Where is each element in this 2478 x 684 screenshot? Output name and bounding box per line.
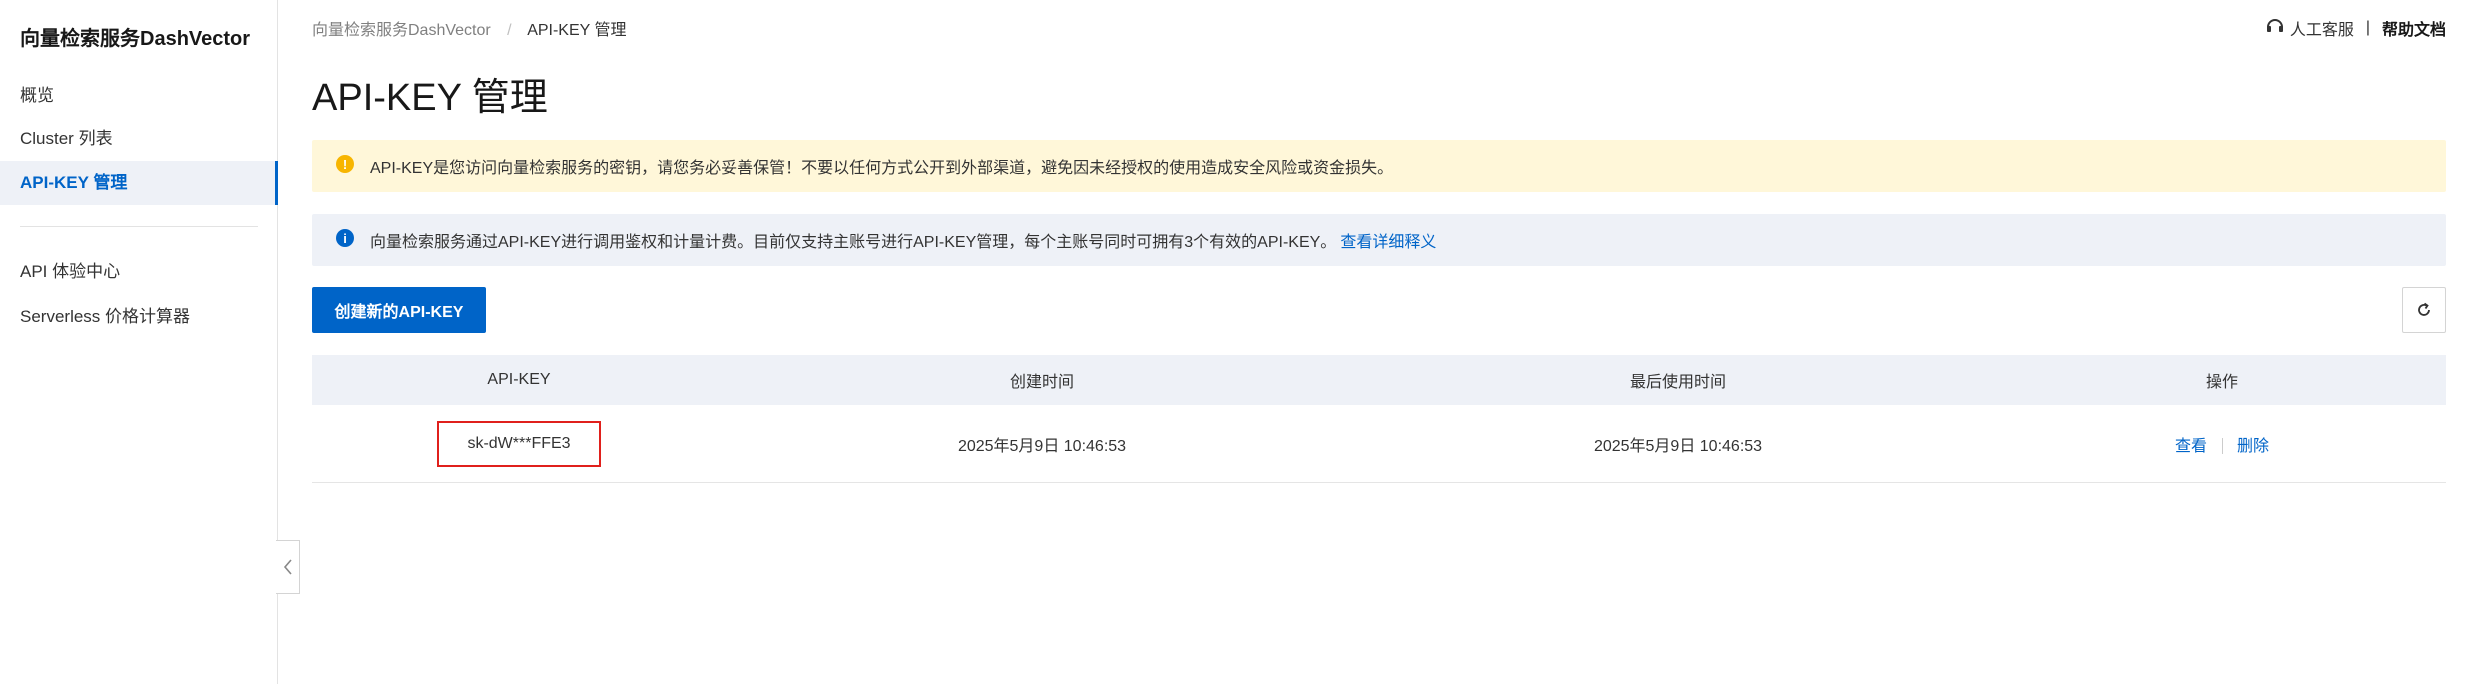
sidebar-item-overview[interactable]: 概览 [0, 74, 277, 118]
info-alert: i 向量检索服务通过API-KEY进行调用鉴权和计量计费。目前仅支持主账号进行A… [312, 214, 2446, 266]
header-actions: 人工客服 | 帮助文档 [2266, 16, 2446, 40]
sidebar-item-price-calculator[interactable]: Serverless 价格计算器 [0, 295, 277, 339]
breadcrumb-separator: / [507, 22, 512, 39]
table-row: sk-dW***FFE3 2025年5月9日 10:46:53 2025年5月9… [312, 405, 2446, 483]
page-title: API-KEY 管理 [312, 77, 548, 119]
help-docs-link[interactable]: 帮助文档 [2382, 16, 2446, 40]
product-title: 向量检索服务DashVector [20, 28, 251, 50]
last-used-time-cell: 2025年5月9日 10:46:53 [1593, 437, 1763, 455]
column-header-api-key: API-KEY [487, 371, 551, 388]
warning-alert-text: API-KEY是您访问向量检索服务的密钥，请您务必妥善保管！不要以任何方式公开到… [370, 160, 1394, 177]
refresh-icon [2418, 302, 2430, 316]
actions-cell: 查看 删除 [1998, 432, 2446, 456]
warning-alert: ! API-KEY是您访问向量检索服务的密钥，请您务必妥善保管！不要以任何方式公… [312, 140, 2446, 192]
customer-support-link[interactable]: 人工客服 [2290, 16, 2354, 40]
headset-icon [2266, 18, 2284, 39]
created-time-cell: 2025年5月9日 10:46:53 [957, 437, 1127, 455]
delete-link[interactable]: 删除 [2237, 438, 2269, 455]
details-link[interactable]: 查看详细释义 [1340, 228, 1436, 252]
sidebar-divider [20, 226, 258, 227]
breadcrumb-item-current: API-KEY 管理 [527, 22, 627, 39]
chevron-left-icon [283, 559, 292, 575]
column-header-actions: 操作 [2205, 374, 2238, 391]
info-icon: i [336, 229, 354, 247]
sidebar: 向量检索服务DashVector 概览 Cluster 列表 API-KEY 管… [0, 0, 278, 684]
sidebar-item-api-key[interactable]: API-KEY 管理 [0, 161, 278, 205]
main-content: 向量检索服务DashVector / API-KEY 管理 人工客服 | 帮助文… [312, 0, 2446, 684]
info-alert-text: 向量检索服务通过API-KEY进行调用鉴权和计量计费。目前仅支持主账号进行API… [370, 234, 1337, 251]
breadcrumb: 向量检索服务DashVector / API-KEY 管理 [312, 16, 626, 40]
api-key-table: API-KEY 创建时间 最后使用时间 操作 sk-dW***FFE3 2025… [312, 355, 2446, 483]
create-api-key-button[interactable]: 创建新的API-KEY [312, 287, 486, 333]
api-key-value: sk-dW***FFE3 [437, 420, 601, 467]
api-key-cell: sk-dW***FFE3 [312, 420, 726, 467]
breadcrumb-item-service[interactable]: 向量检索服务DashVector [312, 22, 491, 39]
warning-icon: ! [336, 155, 354, 173]
view-link[interactable]: 查看 [2175, 438, 2207, 455]
action-divider [2221, 438, 2223, 455]
column-header-last-used: 最后使用时间 [1629, 374, 1726, 391]
sidebar-item-cluster-list[interactable]: Cluster 列表 [0, 117, 277, 161]
sidebar-item-api-playground[interactable]: API 体验中心 [0, 250, 277, 294]
table-header: API-KEY 创建时间 最后使用时间 操作 [312, 355, 2446, 405]
refresh-button[interactable] [2402, 287, 2446, 333]
column-header-created: 创建时间 [1009, 374, 1074, 391]
header-divider: | [2365, 19, 2370, 36]
sidebar-collapse-button[interactable] [276, 540, 300, 594]
